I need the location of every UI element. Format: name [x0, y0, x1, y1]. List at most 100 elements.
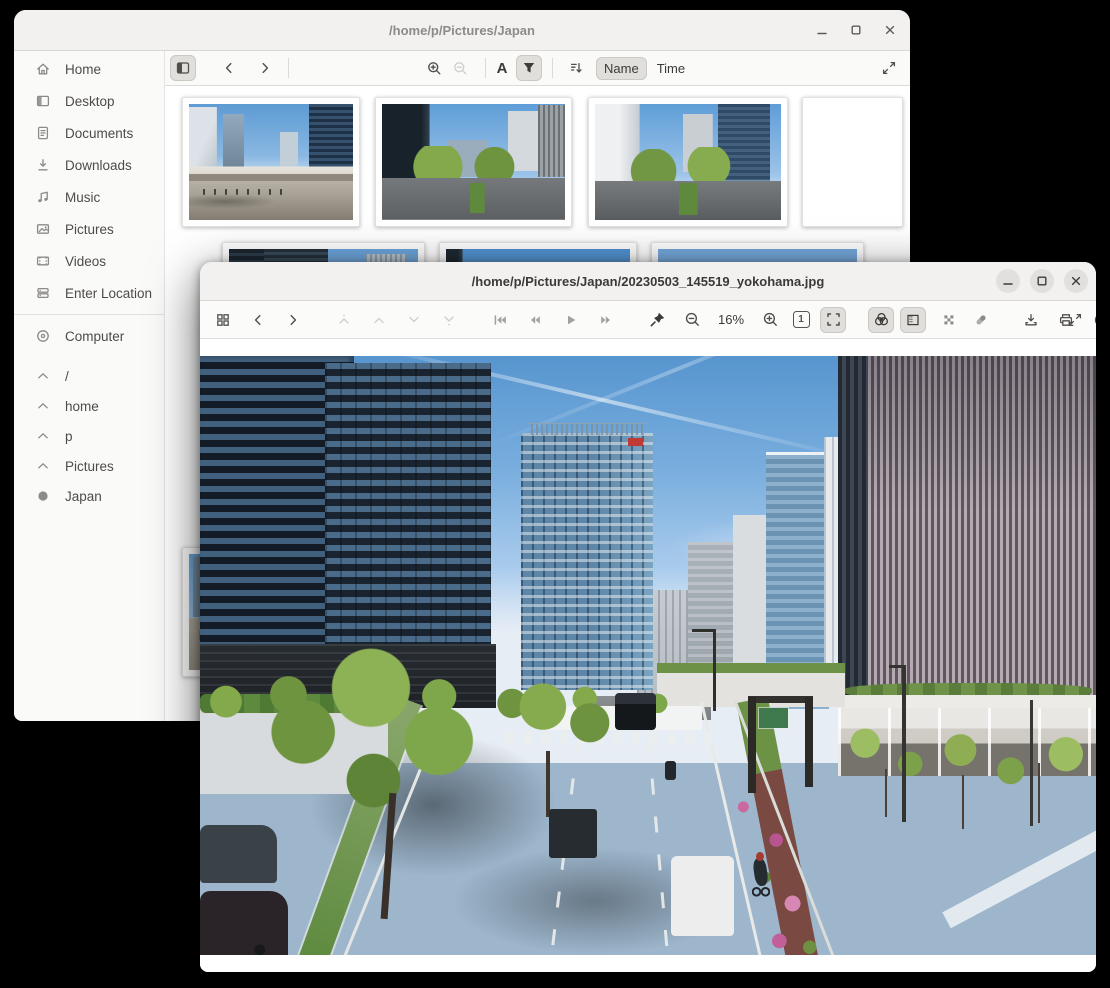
- skip-to-first-button[interactable]: [487, 307, 513, 333]
- sidebar-item-p[interactable]: p: [14, 421, 164, 451]
- font-size-button[interactable]: A: [492, 55, 512, 81]
- thumbnail-photo-4[interactable]: [802, 97, 903, 227]
- zoom-out-icon: [684, 311, 701, 328]
- file-manager-toolbar: A Name Time: [165, 51, 910, 86]
- gantry-post: [805, 697, 813, 787]
- sidebar-item-downloads[interactable]: Downloads: [14, 149, 164, 181]
- image-viewer-window[interactable]: /home/p/Pictures/Japan/20230503_145519_y…: [200, 262, 1096, 972]
- thumbnail-photo-3[interactable]: [588, 97, 788, 227]
- checkerboard-icon: [941, 312, 957, 328]
- red-logo: [628, 438, 642, 446]
- sidebar-item-home-dir[interactable]: home: [14, 391, 164, 421]
- sidebar-item-japan[interactable]: Japan: [14, 481, 164, 511]
- blue-van: [671, 856, 734, 936]
- last-page-button[interactable]: [436, 307, 462, 333]
- fit-to-window-button[interactable]: [820, 307, 846, 333]
- thumbnail-grid-button[interactable]: [210, 307, 236, 333]
- sidebar-item-label: Home: [65, 62, 101, 77]
- sidebar-item-documents[interactable]: Documents: [14, 117, 164, 149]
- sidebar-item-root[interactable]: /: [14, 361, 164, 391]
- current-folder-dot-icon: [35, 488, 51, 504]
- info-icon: [1093, 312, 1096, 328]
- rooftop-lattice: [528, 423, 646, 435]
- sidebar-item-label: Pictures: [65, 459, 114, 474]
- edit-patch-button[interactable]: [968, 307, 994, 333]
- info-button[interactable]: [1088, 307, 1096, 333]
- skip-first-icon: [492, 312, 508, 328]
- previous-page-button[interactable]: [366, 307, 392, 333]
- collapse-chevron-icon: [35, 368, 51, 384]
- fullscreen-button[interactable]: [1062, 307, 1088, 333]
- zoom-level-display[interactable]: 16%: [714, 312, 748, 327]
- sidebar-item-computer[interactable]: Computer: [14, 320, 164, 352]
- sort-by-name-button[interactable]: Name: [596, 57, 647, 80]
- maximize-button[interactable]: [1030, 269, 1054, 293]
- pictures-icon: [35, 221, 51, 237]
- zoom-out-button[interactable]: [679, 307, 705, 333]
- pushpin-icon: [649, 311, 666, 328]
- sidebar-separator: [14, 314, 164, 315]
- viewer-titlebar[interactable]: /home/p/Pictures/Japan/20230503_145519_y…: [200, 262, 1096, 301]
- file-manager-title: /home/p/Pictures/Japan: [389, 23, 535, 38]
- chevron-left-icon: [221, 60, 237, 76]
- transparency-background-button[interactable]: [936, 307, 962, 333]
- sidebar-item-pictures[interactable]: Pictures: [14, 213, 164, 245]
- rewind-button[interactable]: [522, 307, 548, 333]
- tree-trunk: [546, 751, 550, 817]
- photo-canvas[interactable]: [200, 356, 1096, 955]
- previous-image-button[interactable]: [245, 307, 271, 333]
- collapse-chevron-icon: [35, 398, 51, 414]
- minimize-button[interactable]: [810, 18, 834, 42]
- close-button[interactable]: [878, 18, 902, 42]
- sort-order-button[interactable]: [563, 55, 589, 81]
- scooter-rider: [665, 761, 676, 780]
- thumbnail-photo-1[interactable]: [182, 97, 360, 227]
- road-sign: [759, 708, 788, 728]
- zoom-out-button[interactable]: [447, 55, 473, 81]
- sidebar-item-label: Videos: [65, 254, 106, 269]
- file-manager-titlebar[interactable]: /home/p/Pictures/Japan: [14, 10, 910, 51]
- toolbar-separator: [485, 58, 486, 78]
- desktop: { "desktop": { "background": "#000000" }…: [0, 0, 1110, 988]
- save-button[interactable]: [1018, 307, 1044, 333]
- viewer-title: /home/p/Pictures/Japan/20230503_145519_y…: [472, 274, 825, 289]
- zoom-out-icon: [452, 60, 469, 77]
- fast-forward-button[interactable]: [593, 307, 619, 333]
- sidebar-item-enter-location[interactable]: Enter Location: [14, 277, 164, 309]
- color-channels-button[interactable]: [868, 307, 894, 333]
- play-slideshow-button[interactable]: [558, 307, 584, 333]
- thumbnail-image: [595, 104, 781, 220]
- first-page-button[interactable]: [331, 307, 357, 333]
- sidebar-item-label: Music: [65, 190, 100, 205]
- sidebar-item-videos[interactable]: Videos: [14, 245, 164, 277]
- places-sidebar: Home Desktop Documents Downloads Music P…: [14, 51, 165, 721]
- pin-button[interactable]: [644, 307, 670, 333]
- fit-brackets-icon: [825, 311, 842, 328]
- back-button[interactable]: [216, 55, 242, 81]
- fast-forward-icon: [598, 312, 614, 328]
- thumbnail-photo-2[interactable]: [375, 97, 572, 227]
- sidebar-item-pictures-dir[interactable]: Pictures: [14, 451, 164, 481]
- filter-button[interactable]: [516, 55, 542, 81]
- zoom-in-button[interactable]: [757, 307, 783, 333]
- next-page-button[interactable]: [401, 307, 427, 333]
- toggle-sidebar-button[interactable]: [170, 55, 196, 81]
- street-lamp-arm: [889, 665, 906, 668]
- maximize-button[interactable]: [844, 18, 868, 42]
- tree-trunk: [962, 775, 964, 829]
- save-download-icon: [1023, 312, 1039, 328]
- actual-size-button[interactable]: 1: [788, 307, 814, 333]
- sidebar-item-home[interactable]: Home: [14, 53, 164, 85]
- show-frame-button[interactable]: [900, 307, 926, 333]
- fullscreen-button[interactable]: [876, 55, 902, 81]
- forward-button[interactable]: [252, 55, 278, 81]
- close-button[interactable]: [1064, 269, 1088, 293]
- next-image-button[interactable]: [280, 307, 306, 333]
- collapse-chevron-icon: [35, 428, 51, 444]
- zoom-in-button[interactable]: [421, 55, 447, 81]
- sidebar-item-music[interactable]: Music: [14, 181, 164, 213]
- sort-by-time-button[interactable]: Time: [649, 57, 693, 80]
- zoom-in-icon: [762, 311, 779, 328]
- sidebar-item-desktop[interactable]: Desktop: [14, 85, 164, 117]
- minimize-button[interactable]: [996, 269, 1020, 293]
